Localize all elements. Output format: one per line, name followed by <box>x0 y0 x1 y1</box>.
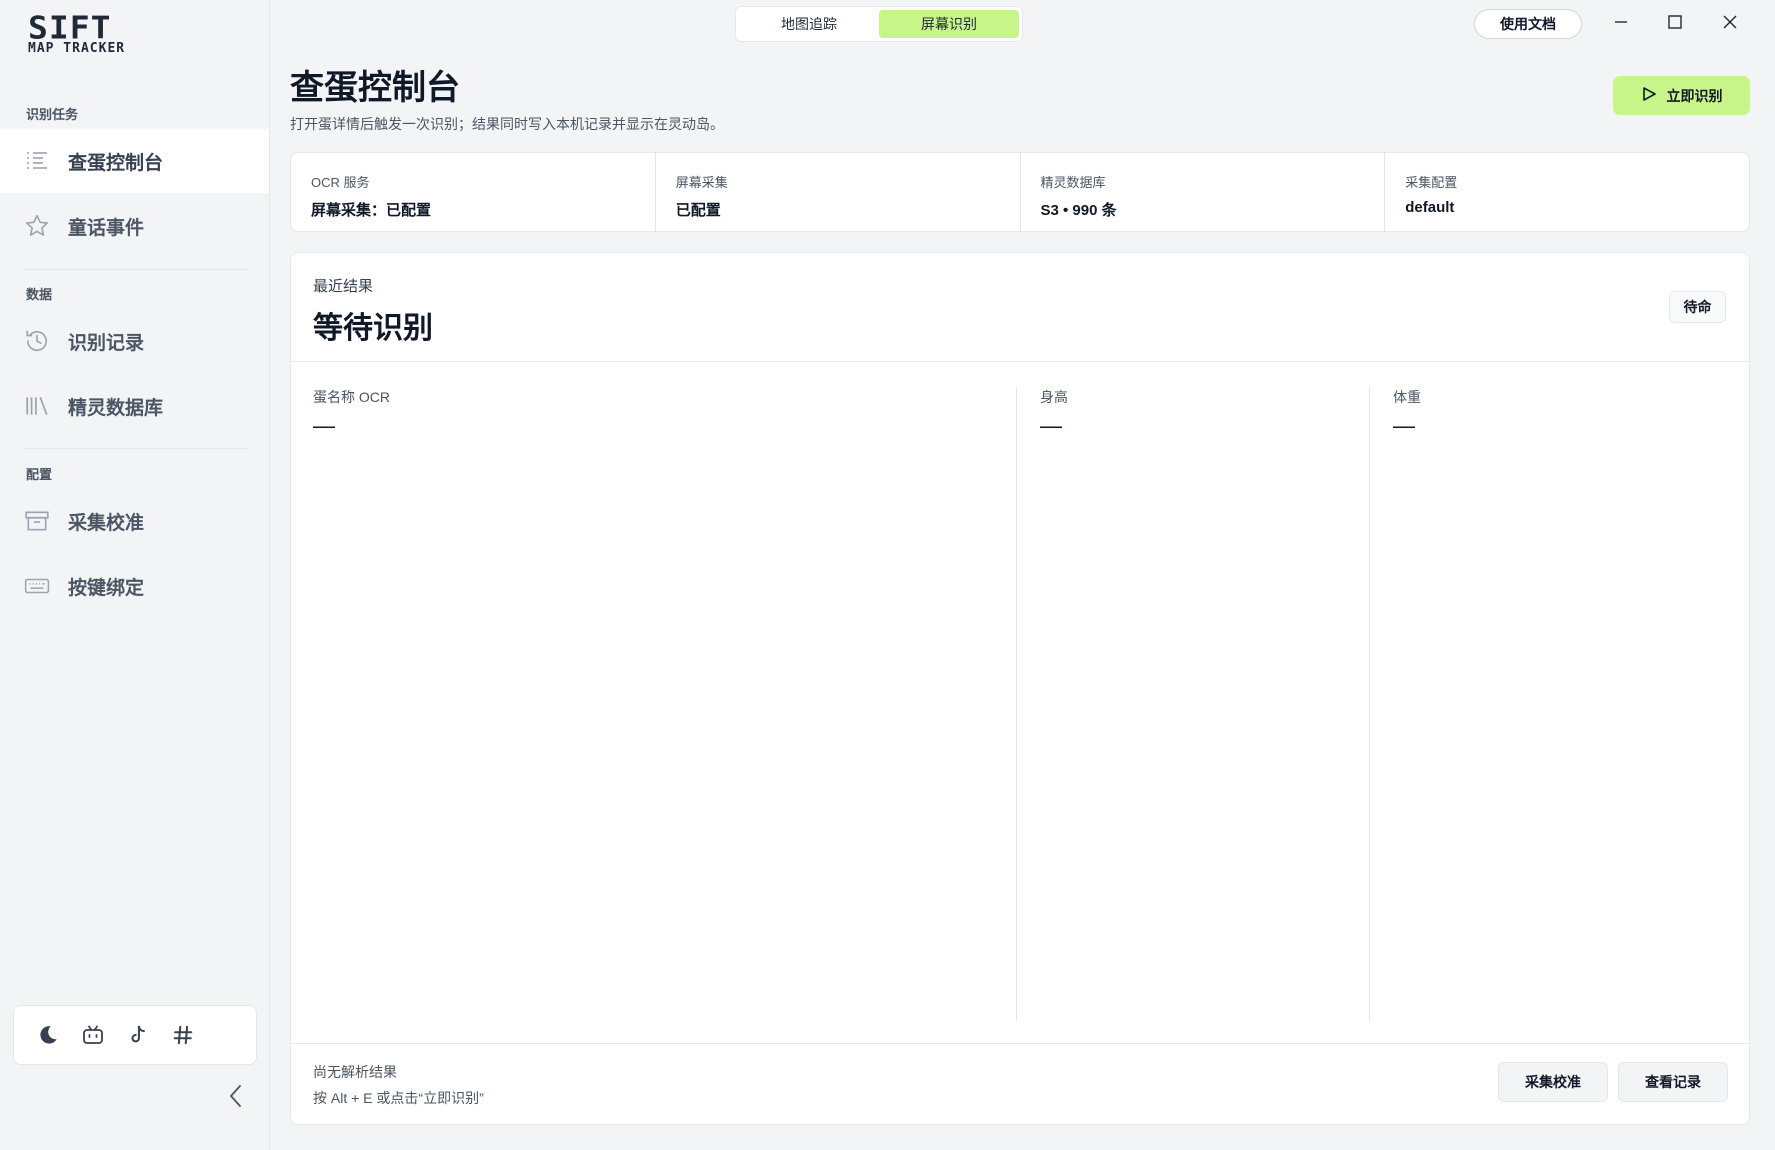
field-value: — <box>313 413 335 438</box>
field-value: — <box>1040 413 1062 438</box>
column-divider <box>1369 387 1370 1021</box>
field-label: 体重 <box>1393 389 1421 405</box>
result-field-height: 身高 — <box>1040 387 1068 439</box>
field-label: 蛋名称 OCR <box>313 389 390 405</box>
list-icon <box>24 148 50 174</box>
status-card-ocr: OCR 服务 屏幕采集：已配置 <box>291 153 656 231</box>
status-label: 精灵数据库 <box>1040 175 1106 190</box>
sidebar-item-key-binding[interactable]: 按键绑定 <box>0 554 269 618</box>
status-value: default <box>1405 199 1455 216</box>
sidebar-item-label: 采集校准 <box>68 512 145 534</box>
status-label: OCR 服务 <box>311 175 370 190</box>
sidebar-divider <box>24 448 249 449</box>
status-value: S3 • 990 条 <box>1040 202 1117 219</box>
sidebar-item-capture-calibration[interactable]: 采集校准 <box>0 489 269 553</box>
moon-icon[interactable] <box>34 1022 61 1049</box>
tab-screen-recognition[interactable]: 屏幕识别 <box>879 10 1019 38</box>
recognize-now-label: 立即识别 <box>1666 87 1723 104</box>
sidebar-item-history[interactable]: 识别记录 <box>0 309 269 373</box>
result-field-weight: 体重 — <box>1393 387 1421 439</box>
status-badge: 待命 <box>1669 291 1726 323</box>
tiktok-icon[interactable] <box>124 1022 151 1049</box>
bilibili-icon[interactable] <box>79 1022 106 1049</box>
divider <box>291 1043 1749 1044</box>
page-subtitle: 打开蛋详情后触发一次识别；结果同时写入本机记录并显示在灵动岛。 <box>290 116 724 132</box>
status-value: 已配置 <box>675 202 721 219</box>
mode-switch: 地图追踪 屏幕识别 <box>735 6 1023 42</box>
footer-status-text: 尚无解析结果 <box>313 1064 397 1080</box>
field-label: 身高 <box>1040 389 1068 405</box>
play-icon <box>1641 86 1657 105</box>
hash-icon[interactable] <box>169 1022 196 1049</box>
sidebar-item-label: 识别记录 <box>68 332 145 354</box>
sidebar-item-label: 查蛋控制台 <box>68 152 164 174</box>
page-title: 查蛋控制台 <box>290 69 460 107</box>
docs-button[interactable]: 使用文档 <box>1474 9 1582 39</box>
section-label-data: 数据 <box>26 287 53 302</box>
library-icon <box>24 393 50 419</box>
sidebar-item-fairy-events[interactable]: 童话事件 <box>0 194 269 258</box>
result-title: 等待识别 <box>313 312 433 345</box>
sidebar-item-egg-console[interactable]: 查蛋控制台 <box>0 129 269 193</box>
section-label-config: 配置 <box>26 467 53 482</box>
app-logo: SIFT MAP TRACKER <box>28 12 158 62</box>
view-records-button[interactable]: 查看记录 <box>1618 1062 1728 1102</box>
field-value: — <box>1393 413 1415 438</box>
section-label-tasks: 识别任务 <box>26 107 79 122</box>
divider <box>291 361 1749 362</box>
sidebar-item-label: 按键绑定 <box>68 577 145 599</box>
status-card-capture: 屏幕采集 已配置 <box>656 153 1021 231</box>
status-label: 采集配置 <box>1405 175 1458 190</box>
history-icon <box>24 328 50 354</box>
chevron-left-icon <box>227 1083 245 1114</box>
result-kicker: 最近结果 <box>313 278 374 295</box>
footer-hint-text: 按 Alt + E 或点击“立即识别” <box>313 1090 484 1106</box>
minimize-button[interactable] <box>1606 10 1636 38</box>
sidebar-item-label: 童话事件 <box>68 217 145 239</box>
sidebar-item-label: 精灵数据库 <box>68 397 164 419</box>
maximize-button[interactable] <box>1660 10 1690 38</box>
status-card-database: 精灵数据库 S3 • 990 条 <box>1021 153 1386 231</box>
sidebar-tool-panel <box>13 1005 257 1065</box>
close-icon <box>1722 14 1738 35</box>
sidebar-item-spirit-database[interactable]: 精灵数据库 <box>0 374 269 438</box>
result-panel: 最近结果 等待识别 待命 蛋名称 OCR — 身高 — 体重 — 尚无解析结果 … <box>290 252 1750 1125</box>
app-window: SIFT MAP TRACKER 识别任务 查蛋控制台 童话事件 数据 识别记录… <box>0 0 1775 1150</box>
recognize-now-button[interactable]: 立即识别 <box>1613 76 1750 115</box>
maximize-icon <box>1667 14 1683 35</box>
tab-map-tracking[interactable]: 地图追踪 <box>739 10 879 38</box>
column-divider <box>1016 387 1017 1021</box>
status-row: OCR 服务 屏幕采集：已配置 屏幕采集 已配置 精灵数据库 S3 • 990 … <box>290 152 1750 232</box>
capture-calibration-button[interactable]: 采集校准 <box>1498 1062 1608 1102</box>
keyboard-icon <box>24 573 50 599</box>
result-field-egg-name: 蛋名称 OCR — <box>313 387 390 439</box>
status-value: 屏幕采集：已配置 <box>311 202 432 219</box>
sidebar: SIFT MAP TRACKER 识别任务 查蛋控制台 童话事件 数据 识别记录… <box>0 0 270 1150</box>
tray-icon <box>24 508 50 534</box>
logo-main-text: SIFT <box>28 9 112 47</box>
minimize-icon <box>1613 14 1629 35</box>
sidebar-divider <box>24 269 249 270</box>
close-button[interactable] <box>1715 10 1745 38</box>
star-icon <box>24 213 50 239</box>
status-card-config: 采集配置 default <box>1385 153 1749 231</box>
collapse-sidebar-button[interactable] <box>222 1084 250 1112</box>
status-label: 屏幕采集 <box>675 175 728 190</box>
